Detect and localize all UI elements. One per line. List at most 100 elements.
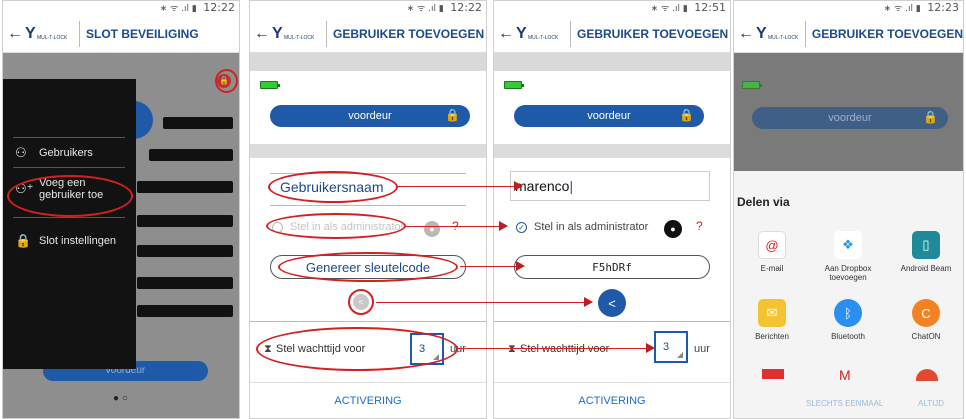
page-title: SLOT BEVEILIGING (86, 26, 199, 41)
activate-button[interactable]: ACTIVERING (494, 382, 730, 418)
share-app-dropbox[interactable]: ❖ Aan Dropbox toevoegen (816, 231, 880, 282)
page-title: GEBRUIKER TOEVOEGEN (333, 26, 485, 41)
drawer-item-lock-settings[interactable]: 🔒 Slot instellingen (15, 233, 116, 249)
back-arrow-icon[interactable]: ← (3, 25, 23, 43)
status-icons: ∗ ᯤ .ıl ▮ (159, 4, 197, 14)
wait-unit: uur (694, 343, 710, 355)
background-bar (137, 305, 233, 317)
back-arrow-icon[interactable]: ← (494, 25, 514, 43)
status-icons: ∗ ᯤ .ıl ▮ (883, 4, 921, 14)
drawer-item-label: Voeg een gebruiker toe (39, 177, 104, 201)
admin-label: Stel in als administrator (290, 221, 405, 233)
status-time: 12:23 (927, 1, 959, 14)
background-bar (137, 181, 233, 193)
brand-logo: Y MUL-T-LOCK (756, 24, 799, 42)
share-app-bluetooth[interactable]: ᛒ Bluetooth (816, 299, 880, 341)
annotation-arrowhead (516, 261, 525, 271)
app-header: ← Y MUL-T-LOCK GEBRUIKER TOEVOEGEN (494, 15, 730, 53)
screen-add-user-filled: ∗ ᯤ .ıl ▮ 12:51 ← Y MUL-T-LOCK GEBRUIKER … (493, 0, 731, 419)
divider (13, 217, 125, 218)
background-bar (137, 245, 233, 257)
status-bar: ∗ ᯤ .ıl ▮ 12:22 (3, 1, 239, 15)
battery-icon (504, 81, 524, 89)
drawer-item-users[interactable]: ⚇ Gebruikers (15, 145, 93, 161)
share-button[interactable]: < (598, 289, 626, 317)
admin-badge-icon: ● (664, 220, 682, 238)
admin-badge-icon: ● (424, 221, 440, 237)
battery-icon (260, 81, 280, 89)
lock-status-icon[interactable]: 🔒 (217, 74, 231, 88)
lock-button[interactable]: voordeur 🔒 (514, 105, 704, 127)
hourglass-icon: ⧗ (264, 343, 272, 355)
admin-label: Stel in als administrator (534, 221, 649, 233)
app-label: ChatON (911, 332, 941, 341)
wait-time-label: Stel wachttijd voor (276, 343, 366, 355)
battery-icon (742, 81, 762, 89)
wait-value: 3 (419, 343, 426, 355)
share-title: Delen via (737, 195, 790, 209)
app-header: ← Y MUL-T-LOCK SLOT BEVEILIGING (3, 15, 239, 53)
status-time: 12:22 (203, 1, 235, 14)
wait-time-input[interactable]: 3 (654, 331, 688, 363)
back-arrow-icon[interactable]: ← (250, 25, 270, 43)
lock-icon: 🔒 (923, 110, 938, 124)
share-app-chaton[interactable]: C ChatON (894, 299, 958, 341)
status-icons: ∗ ᯤ .ıl ▮ (406, 4, 444, 14)
username-input[interactable]: Gebruikersnaam (280, 179, 384, 195)
underline (270, 173, 466, 174)
app-label: E-mail (760, 264, 784, 273)
partial-app-icon (762, 369, 784, 379)
add-user-icon: ⚇⁺ (15, 181, 34, 196)
gray-strip (250, 53, 486, 71)
separator-band (494, 144, 730, 158)
user-icon: ⚇ (15, 145, 27, 160)
admin-checkbox[interactable]: ✓ (516, 222, 527, 233)
status-bar: ∗ ᯤ .ıl ▮ 12:51 (494, 1, 730, 15)
drawer-item-add-user[interactable]: ⚇⁺ Voeg een gebruiker toe (15, 177, 119, 201)
share-icon[interactable]: < (353, 294, 369, 310)
admin-checkbox[interactable] (272, 222, 283, 233)
brand-logo: Y MUL-T-LOCK (272, 24, 315, 42)
annotation-arrow-line (406, 226, 502, 227)
key-code-value: F5hDRf (592, 260, 632, 274)
page-title: GEBRUIKER TOEVOEGEN (577, 26, 729, 41)
background-bar (163, 117, 233, 129)
key-code-display: F5hDRf (514, 255, 710, 279)
lock-label: voordeur (348, 110, 392, 122)
wait-time-input[interactable]: 3 (410, 333, 444, 365)
chaton-icon: C (912, 299, 940, 327)
brand-logo: Y MUL-T-LOCK (516, 24, 559, 42)
app-header: ← Y MUL-T-LOCK GEBRUIKER TOEVOEGEN (734, 15, 963, 53)
hourglass-icon: ⧗ (508, 343, 516, 355)
navigation-drawer: ⚇ Gebruikers ⚇⁺ Voeg een gebruiker toe 🔒… (3, 79, 136, 369)
share-app-email[interactable]: @ E-mail (740, 231, 804, 273)
share-app-messages[interactable]: ✉ Berichten (740, 299, 804, 341)
lock-label: voordeur (828, 112, 872, 124)
once-button[interactable]: SLECHTS EENMAAL (806, 399, 883, 408)
annotation-arrow-line (458, 348, 648, 349)
gray-strip (494, 53, 730, 71)
share-app-android-beam[interactable]: ▯ Android Beam (894, 231, 958, 273)
drawer-item-label: Gebruikers (39, 147, 93, 159)
status-time: 12:51 (694, 1, 726, 14)
back-arrow-icon[interactable]: ← (734, 25, 754, 43)
background-bar (137, 215, 233, 227)
wait-value: 3 (663, 341, 670, 353)
lock-icon: 🔒 (445, 108, 460, 122)
brand-logo: Y MUL-T-LOCK (25, 24, 68, 42)
lock-button[interactable]: voordeur 🔒 (270, 105, 470, 127)
help-icon[interactable]: ? (696, 219, 703, 233)
status-bar: ∗ ᯤ .ıl ▮ 12:22 (250, 1, 486, 15)
annotation-arrow-line (398, 186, 518, 187)
annotation-arrowhead (584, 297, 593, 307)
username-input[interactable]: marenco| (510, 171, 710, 201)
generate-code-button[interactable]: Genereer sleutelcode (270, 255, 466, 279)
android-beam-icon: ▯ (912, 231, 940, 259)
always-button[interactable]: ALTIJD (918, 399, 944, 408)
page-indicator: ● ○ (113, 393, 128, 404)
app-label: Berichten (755, 332, 789, 341)
annotation-arrowhead (499, 221, 508, 231)
activate-button[interactable]: ACTIVERING (250, 382, 486, 418)
wait-unit: uur (450, 343, 466, 355)
background-bar (137, 277, 233, 289)
